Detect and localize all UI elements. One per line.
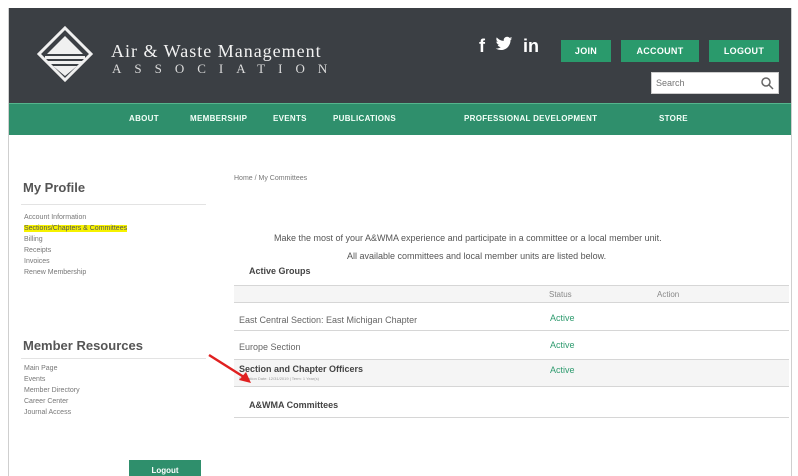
group-name[interactable]: East Central Section: East Michigan Chap…	[239, 315, 417, 325]
table-header-row	[234, 286, 789, 302]
logout-button[interactable]: Logout	[129, 460, 201, 476]
table-divider	[234, 302, 789, 303]
my-profile-heading: My Profile	[23, 180, 86, 195]
sidebar-link-account-information[interactable]: Account Information	[24, 214, 86, 221]
nav-item-store[interactable]: STORE	[659, 114, 688, 123]
awma-committees-title: A&WMA Committees	[249, 400, 339, 410]
status-badge: Active	[550, 365, 575, 375]
social-links: f in	[479, 36, 539, 57]
linkedin-icon[interactable]: in	[523, 36, 539, 57]
status-badge: Active	[550, 313, 575, 323]
sidebar-link-receipts[interactable]: Receipts	[24, 247, 51, 254]
join-button[interactable]: JOIN	[561, 40, 611, 62]
nav-item-professional-development[interactable]: PROFESSIONAL DEVELOPMENT	[464, 114, 597, 123]
twitter-icon[interactable]	[495, 36, 513, 57]
account-button[interactable]: ACCOUNT	[621, 40, 699, 62]
nav-item-membership[interactable]: MEMBERSHIP	[190, 114, 247, 123]
sidebar-divider	[21, 358, 206, 359]
org-subtitle: ASSOCIATION	[112, 61, 341, 76]
sidebar-link-renew-membership[interactable]: Renew Membership	[24, 269, 86, 276]
logout-header-button[interactable]: LOGOUT	[709, 40, 779, 62]
main-nav: ABOUT MEMBERSHIP EVENTS PUBLICATIONS PRO…	[9, 103, 791, 135]
site-header: Air & Waste Management ASSOCIATION f in …	[9, 8, 791, 103]
nav-item-events[interactable]: EVENTS	[273, 114, 307, 123]
table-divider	[234, 386, 789, 387]
sidebar-link-main-page[interactable]: Main Page	[24, 365, 57, 372]
facebook-icon[interactable]: f	[479, 36, 485, 57]
table-divider	[234, 417, 789, 418]
status-badge: Active	[550, 340, 575, 350]
sidebar-link-invoices[interactable]: Invoices	[24, 258, 50, 265]
active-groups-title: Active Groups	[249, 266, 311, 276]
group-name[interactable]: Europe Section	[239, 342, 301, 352]
member-resources-heading: Member Resources	[23, 338, 143, 353]
sidebar-link-billing[interactable]: Billing	[24, 236, 43, 243]
sidebar-link-sections-committees[interactable]: Sections/Chapters & Committees	[24, 225, 128, 232]
intro-text: Make the most of your A&WMA experience a…	[274, 233, 662, 243]
sidebar-link-events[interactable]: Events	[24, 376, 45, 383]
search-input[interactable]	[656, 75, 752, 91]
group-name[interactable]: Section and Chapter Officers	[239, 364, 363, 374]
awma-logo-icon[interactable]	[37, 26, 93, 82]
sidebar-link-journal-access[interactable]: Journal Access	[24, 409, 71, 416]
sidebar-divider	[21, 204, 206, 205]
nav-item-about[interactable]: ABOUT	[129, 114, 159, 123]
nav-item-publications[interactable]: PUBLICATIONS	[333, 114, 396, 123]
sidebar-link-member-directory[interactable]: Member Directory	[24, 387, 80, 394]
breadcrumb[interactable]: Home / My Committees	[234, 175, 307, 182]
action-column-header: Action	[657, 290, 680, 299]
search-icon[interactable]	[760, 76, 774, 90]
table-divider	[234, 330, 789, 331]
page-frame: Air & Waste Management ASSOCIATION f in …	[8, 8, 792, 476]
search-box	[651, 72, 779, 94]
sidebar-link-career-center[interactable]: Career Center	[24, 398, 68, 405]
status-column-header: Status	[549, 290, 572, 299]
intro-text-secondary: All available committees and local membe…	[347, 251, 607, 261]
org-name[interactable]: Air & Waste Management	[111, 41, 322, 62]
red-arrow-annotation	[208, 353, 251, 383]
